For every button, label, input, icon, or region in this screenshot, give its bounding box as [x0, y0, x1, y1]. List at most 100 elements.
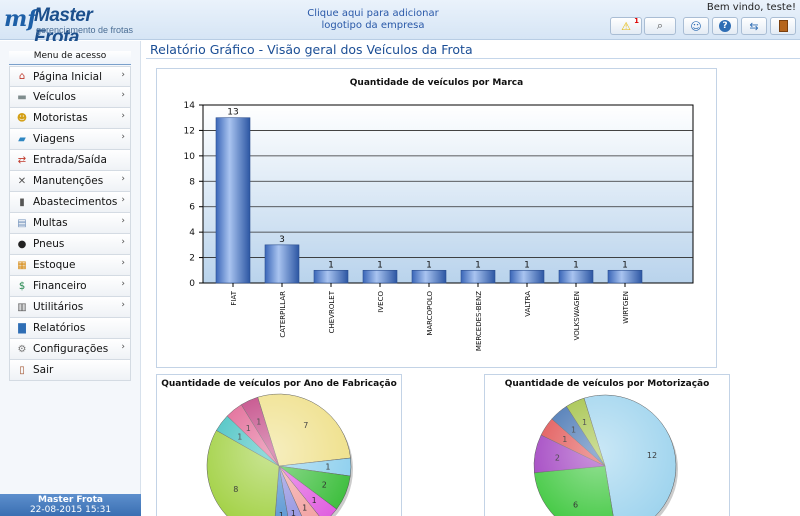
sidebar-item-label: Manutenções — [33, 175, 104, 187]
logout-button[interactable] — [770, 17, 796, 35]
sidebar-item-label: Pneus — [33, 238, 65, 250]
fuel-pump-icon: ▮ — [19, 196, 25, 208]
logo-mark: mf — [4, 6, 37, 32]
y-tick-label: 2 — [189, 254, 195, 264]
tire-icon: ● — [17, 238, 27, 250]
sidebar-item[interactable]: ▇ Relatórios — [9, 318, 131, 339]
header: mf Master Frota gerenciamento de frotas … — [0, 0, 800, 48]
pie-year-chart: 71211118111 — [206, 393, 353, 516]
alerts-button[interactable]: ⚠ 1 — [610, 17, 642, 35]
sidebar-item-label: Abastecimentos — [33, 196, 118, 208]
chevron-right-icon: › — [121, 90, 125, 100]
chevron-right-icon: › — [121, 132, 125, 142]
pie-engine-chart: 1262111 — [533, 394, 678, 516]
chevron-right-icon: › — [121, 111, 125, 121]
trip-truck-icon: ▰ — [18, 133, 26, 145]
pie-gloss — [534, 395, 676, 516]
bar — [607, 269, 643, 284]
tools-icon: ✕ — [17, 175, 27, 187]
sidebar-item[interactable]: ⌂ Página Inicial › — [9, 66, 131, 87]
data-label: 3 — [279, 235, 285, 245]
sync-icon: ⇆ — [749, 19, 759, 33]
chevron-right-icon: › — [121, 279, 125, 289]
bar — [362, 269, 398, 284]
sidebar-item[interactable]: ✕ Manutenções › — [9, 171, 131, 192]
search-button[interactable]: ⌕ — [644, 17, 676, 35]
drivers-icon: ☻ — [16, 112, 28, 124]
x-tick-label: MARCOPOLO — [426, 291, 434, 336]
x-tick-label: CATERPILLAR — [279, 291, 287, 338]
company-logo-line2: logotipo da empresa — [321, 20, 425, 31]
sidebar-item-label: Estoque — [33, 259, 76, 271]
sidebar-item[interactable]: ▦ Estoque › — [9, 255, 131, 276]
y-tick-label: 0 — [189, 279, 195, 289]
sidebar-item-label: Relatórios — [33, 322, 86, 334]
pie-gloss — [207, 394, 351, 516]
chevron-right-icon: › — [121, 216, 125, 226]
sidebar-item[interactable]: ⚙ Configurações › — [9, 339, 131, 360]
sidebar-item[interactable]: $ Financeiro › — [9, 276, 131, 297]
gear-icon: ⚙ — [17, 343, 27, 355]
user-button[interactable]: ☺ — [683, 17, 709, 35]
sidebar-item-label: Viagens — [33, 133, 75, 145]
bar-chart-icon: ▇ — [18, 322, 26, 334]
sidebar: Menu de acesso ⌂ Página Inicial › ▬ Veículos… — [0, 41, 141, 516]
app-logo[interactable]: mf Master Frota gerenciamento de frotas — [4, 4, 136, 48]
bar — [264, 244, 300, 284]
bar — [558, 269, 594, 284]
sidebar-item[interactable]: ▥ Utilitários › — [9, 297, 131, 318]
sidebar-item[interactable]: ☻ Motoristas › — [9, 108, 131, 129]
exit-door-icon: ▯ — [19, 364, 25, 376]
title-divider — [146, 58, 800, 59]
sync-button[interactable]: ⇆ — [741, 17, 767, 35]
bar — [313, 269, 349, 284]
bar — [460, 269, 496, 284]
fine-document-icon: ▤ — [17, 217, 27, 229]
sidebar-footer: Master Frota 22-08-2015 15:31 — [0, 494, 141, 516]
utilities-icon: ▥ — [17, 301, 27, 313]
bar — [411, 269, 447, 284]
pie-year-panel: Quantidade de veículos por Ano de Fabric… — [156, 374, 402, 516]
y-tick-label: 12 — [184, 126, 195, 136]
truck-icon: ▬ — [17, 91, 27, 103]
data-label: 1 — [377, 260, 383, 270]
help-button[interactable]: ? — [712, 17, 738, 35]
logo-subtitle: gerenciamento de frotas — [36, 25, 134, 35]
pie-engine-panel: Quantidade de veículos por Motorização 1… — [484, 374, 730, 516]
sidebar-item[interactable]: ▤ Multas › — [9, 213, 131, 234]
sidebar-item[interactable]: ⇄ Entrada/Saída — [9, 150, 131, 171]
sidebar-item[interactable]: ● Pneus › — [9, 234, 131, 255]
sidebar-item[interactable]: ▰ Viagens › — [9, 129, 131, 150]
company-logo-placeholder[interactable]: Clique aqui para adicionar logotipo da e… — [300, 8, 446, 32]
chevron-right-icon: › — [121, 237, 125, 247]
data-label: 13 — [227, 108, 238, 118]
sidebar-item-label: Motoristas — [33, 112, 88, 124]
menu-list: ⌂ Página Inicial › ▬ Veículos › ☻ Motoristas › ▰ V… — [9, 66, 131, 381]
sidebar-item[interactable]: ▬ Veículos › — [9, 87, 131, 108]
exit-door-icon — [778, 20, 788, 32]
sidebar-item[interactable]: ▮ Abastecimentos › — [9, 192, 131, 213]
bar — [215, 117, 251, 284]
data-label: 1 — [524, 260, 530, 270]
alert-count-badge: 1 — [634, 17, 639, 25]
warning-icon: ⚠ — [621, 19, 631, 33]
bar-chart-panel: Quantidade de veículos por Marca 0 2 4 6 8 10… — [156, 68, 717, 368]
sidebar-item-label: Multas — [33, 217, 68, 229]
sidebar-item[interactable]: ▯ Sair — [9, 360, 131, 381]
page-title: Relatório Gráfico - Visão geral dos Veíc… — [150, 42, 473, 57]
chevron-right-icon: › — [121, 70, 125, 80]
y-tick-label: 4 — [189, 228, 195, 238]
x-tick-label: VALTRA — [524, 291, 532, 317]
welcome-text: Bem vindo, teste! — [706, 2, 796, 13]
help-icon: ? — [719, 20, 731, 32]
sidebar-item-label: Sair — [33, 364, 54, 376]
sidebar-item-label: Financeiro — [33, 280, 87, 292]
chevron-right-icon: › — [121, 300, 125, 310]
company-logo-line1: Clique aqui para adicionar — [307, 8, 439, 19]
chevron-right-icon: › — [121, 258, 125, 268]
entry-exit-icon: ⇄ — [17, 154, 27, 166]
x-tick-label: VOLKSWAGEN — [573, 291, 581, 340]
footer-datetime: 22-08-2015 15:31 — [29, 505, 112, 515]
bar — [509, 269, 545, 284]
sidebar-item-label: Entrada/Saída — [33, 154, 107, 166]
